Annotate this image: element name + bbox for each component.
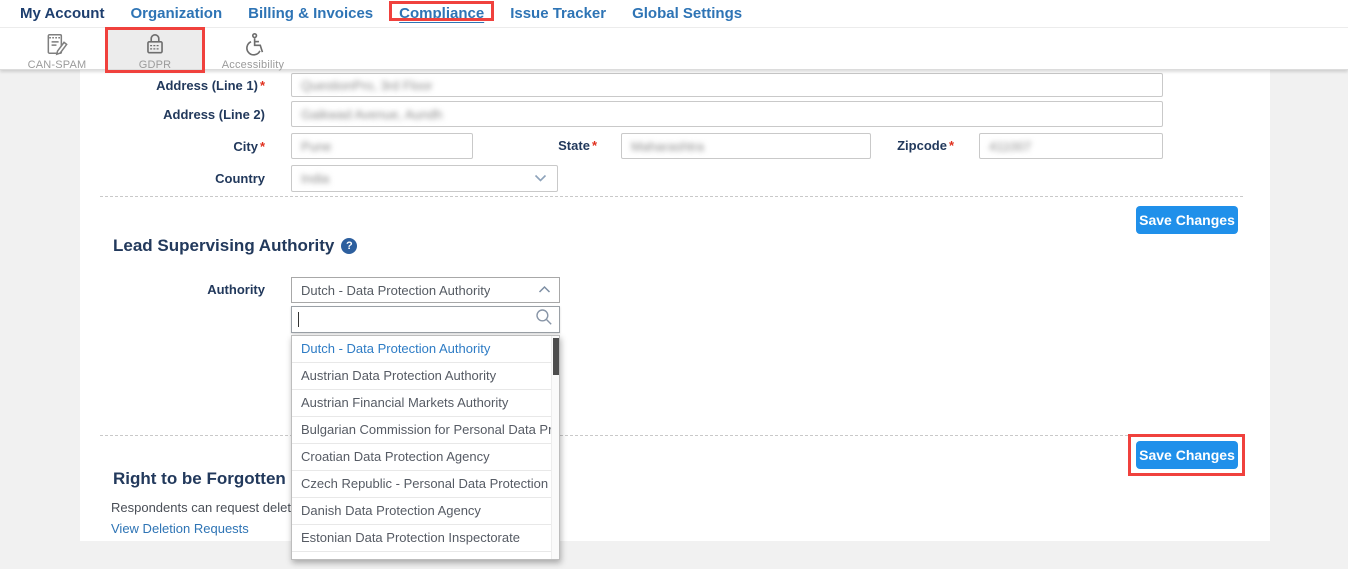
address-line1-field[interactable]: QuestionPro, 3rd Floor (291, 73, 1163, 97)
city-value: Pune (301, 139, 331, 154)
city-state-zip-row: City* Pune State* Maharashtra Zipcode* 4… (80, 133, 1270, 159)
chevron-up-icon (538, 281, 551, 299)
dropdown-scrollbar[interactable] (551, 336, 559, 559)
authority-option[interactable]: Austrian Data Protection Authority (292, 363, 551, 390)
subtab-gdpr[interactable]: GDPR (106, 28, 204, 69)
subtab-can-spam[interactable]: CAN-SPAM (8, 28, 106, 69)
authority-label: Authority (80, 277, 278, 303)
address-line2-field[interactable]: Gaikwad Avenue, Aundh (291, 101, 1163, 127)
state-label: State* (480, 133, 610, 159)
view-deletion-requests-link[interactable]: View Deletion Requests (111, 521, 249, 536)
padlock-icon (142, 31, 168, 57)
nav-item-global-settings[interactable]: Global Settings (632, 5, 742, 22)
address-line2-label: Address (Line 2) (80, 107, 278, 122)
country-select[interactable]: India (291, 165, 558, 192)
required-asterisk: * (260, 139, 265, 154)
subtab-can-spam-label: CAN-SPAM (28, 59, 87, 71)
document-pencil-icon (44, 31, 70, 57)
save-changes-annotated-wrap: Save Changes (1136, 441, 1238, 469)
subtab-gdpr-label: GDPR (139, 59, 172, 71)
authority-dropdown: Dutch - Data Protection Authority Dutch … (291, 277, 560, 560)
lead-supervising-authority-title: Lead Supervising Authority ? (113, 236, 357, 256)
address-line1-label: Address (Line 1)* (80, 78, 278, 93)
authority-option[interactable]: Danish Data Protection Agency (292, 498, 551, 525)
dropdown-scrollbar-thumb[interactable] (553, 338, 559, 375)
section-divider (100, 196, 1243, 197)
nav-item-my-account[interactable]: My Account (20, 5, 104, 22)
save-changes-button-authority[interactable]: Save Changes (1136, 441, 1238, 469)
compliance-subnav: CAN-SPAM GDPR Access (0, 28, 1348, 69)
country-row: Country India (80, 165, 1270, 192)
authority-search-input[interactable] (301, 310, 535, 330)
required-asterisk: * (949, 138, 954, 153)
authority-option[interactable]: Dutch - Data Protection Authority (292, 336, 551, 363)
top-bar: My Account Organization Billing & Invoic… (0, 0, 1348, 70)
text-caret (298, 312, 299, 327)
authority-option[interactable]: Bulgarian Commission for Personal Data P… (292, 417, 551, 444)
address-line2-row: Address (Line 2) Gaikwad Avenue, Aundh (80, 101, 1270, 127)
right-to-be-forgotten-title: Right to be Forgotten ? (113, 469, 309, 489)
section-divider (100, 435, 1243, 436)
required-asterisk: * (260, 78, 265, 93)
authority-options-panel: Dutch - Data Protection Authority Austri… (291, 335, 560, 560)
zipcode-field[interactable]: 411007 (979, 133, 1163, 159)
authority-option[interactable]: Finnish Data Protection Authority (292, 552, 551, 560)
address-line1-value: QuestionPro, 3rd Floor (301, 78, 433, 93)
state-field[interactable]: Maharashtra (621, 133, 871, 159)
address-line1-row: Address (Line 1)* QuestionPro, 3rd Floor (80, 73, 1270, 97)
authority-dropdown-header[interactable]: Dutch - Data Protection Authority (291, 277, 560, 303)
nav-item-organization[interactable]: Organization (130, 5, 222, 22)
address-line2-value: Gaikwad Avenue, Aundh (301, 107, 442, 122)
city-label: City* (80, 139, 278, 154)
authority-option[interactable]: Croatian Data Protection Agency (292, 444, 551, 471)
search-icon (535, 308, 553, 331)
authority-search-box (291, 306, 560, 333)
country-label: Country (80, 171, 278, 186)
chevron-down-icon (534, 170, 547, 188)
nav-item-compliance[interactable]: Compliance (399, 5, 484, 22)
zipcode-value: 411007 (989, 139, 1031, 154)
primary-nav: My Account Organization Billing & Invoic… (0, 0, 1348, 28)
authority-option[interactable]: Czech Republic - Personal Data Protectio… (292, 471, 551, 498)
authority-option[interactable]: Austrian Financial Markets Authority (292, 390, 551, 417)
authority-option[interactable]: Estonian Data Protection Inspectorate (292, 525, 551, 552)
right-to-be-forgotten-description: Respondents can request deletion of (111, 500, 293, 515)
subtab-accessibility-label: Accessibility (222, 59, 285, 71)
city-field[interactable]: Pune (291, 133, 473, 159)
nav-item-billing-invoices[interactable]: Billing & Invoices (248, 5, 373, 22)
state-value: Maharashtra (631, 139, 704, 154)
required-asterisk: * (592, 138, 597, 153)
save-changes-button-address[interactable]: Save Changes (1136, 206, 1238, 234)
nav-item-issue-tracker[interactable]: Issue Tracker (510, 5, 606, 22)
zipcode-label: Zipcode* (840, 133, 967, 159)
wheelchair-icon (240, 31, 266, 57)
authority-selected-value: Dutch - Data Protection Authority (301, 283, 490, 298)
question-mark-icon[interactable]: ? (341, 238, 357, 254)
nav-item-compliance-label: Compliance (399, 5, 484, 22)
country-value: India (301, 171, 329, 186)
subtab-accessibility[interactable]: Accessibility (204, 28, 302, 69)
gdpr-settings-panel: Address (Line 1)* QuestionPro, 3rd Floor… (80, 70, 1270, 541)
